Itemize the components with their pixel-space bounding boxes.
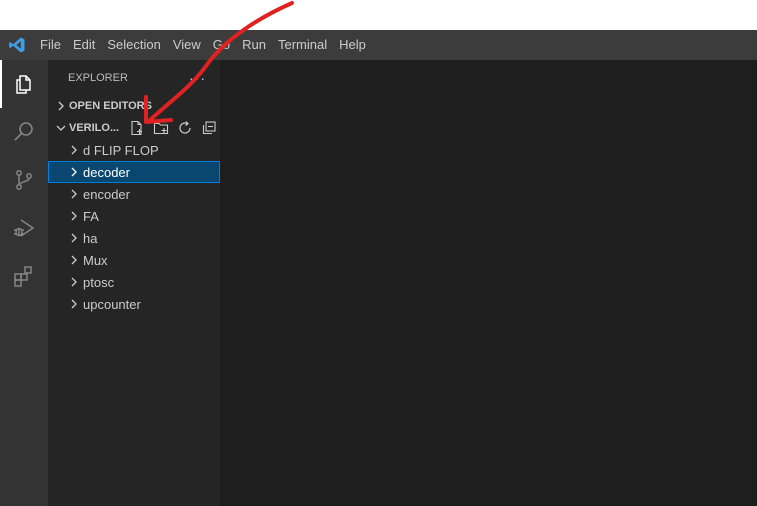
chevron-right-icon: [66, 277, 82, 287]
collapse-all-icon[interactable]: [199, 118, 219, 138]
folder-fa[interactable]: FA: [48, 205, 220, 227]
refresh-icon[interactable]: [175, 118, 195, 138]
explorer-title: EXPLORER: [68, 71, 128, 84]
chevron-right-icon: [66, 167, 82, 177]
chevron-right-icon: [66, 211, 82, 221]
folder-label: ptosc: [83, 274, 115, 290]
menu-bar: File Edit Selection View Go Run Terminal…: [0, 30, 757, 60]
folder-d-flip-flop[interactable]: d FLIP FLOP: [48, 139, 220, 161]
folder-label: FA: [83, 208, 99, 224]
folder-ha[interactable]: ha: [48, 227, 220, 249]
folder-ptosc[interactable]: ptosc: [48, 271, 220, 293]
chevron-right-icon: [66, 145, 82, 155]
open-editors-section[interactable]: OPEN EDITORS: [48, 95, 220, 117]
explorer-icon[interactable]: [0, 60, 48, 108]
menu-file[interactable]: File: [34, 30, 67, 60]
search-icon[interactable]: [0, 108, 48, 156]
vscode-window: File Edit Selection View Go Run Terminal…: [0, 30, 757, 506]
folder-encoder[interactable]: encoder: [48, 183, 220, 205]
run-debug-icon[interactable]: [0, 204, 48, 252]
menu-help[interactable]: Help: [333, 30, 372, 60]
activity-bar: [0, 60, 48, 506]
chevron-right-icon: [66, 255, 82, 265]
menu-selection[interactable]: Selection: [101, 30, 166, 60]
folder-label: encoder: [83, 186, 130, 202]
folder-label: upcounter: [83, 296, 141, 312]
folder-mux[interactable]: Mux: [48, 249, 220, 271]
explorer-sidebar: EXPLORER ··· OPEN EDITORS VERILO... d FL…: [48, 60, 220, 506]
source-control-icon[interactable]: [0, 156, 48, 204]
chevron-right-icon: [66, 189, 82, 199]
chevron-right-icon: [66, 299, 82, 309]
editor-area: [220, 60, 757, 506]
menu-terminal[interactable]: Terminal: [272, 30, 333, 60]
folder-decoder[interactable]: decoder: [48, 161, 220, 183]
chevron-right-icon: [66, 233, 82, 243]
menu-go[interactable]: Go: [207, 30, 236, 60]
workspace-section[interactable]: VERILO...: [48, 117, 220, 139]
chevron-down-icon: [54, 123, 68, 133]
chevron-right-icon: [54, 101, 68, 111]
extensions-icon[interactable]: [0, 252, 48, 300]
open-editors-label: OPEN EDITORS: [69, 100, 152, 112]
folder-label: Mux: [83, 252, 108, 268]
workspace-label: VERILO...: [69, 122, 120, 134]
menu-run[interactable]: Run: [236, 30, 272, 60]
more-actions-icon[interactable]: ···: [189, 70, 206, 86]
explorer-header: EXPLORER ···: [48, 60, 220, 95]
folder-label: decoder: [83, 164, 130, 180]
menu-view[interactable]: View: [167, 30, 207, 60]
folder-label: ha: [83, 230, 98, 246]
explorer-toolbar: [127, 118, 219, 138]
new-file-icon[interactable]: [127, 118, 147, 138]
menu-edit[interactable]: Edit: [67, 30, 101, 60]
folder-label: d FLIP FLOP: [83, 142, 159, 158]
vscode-logo-icon: [0, 30, 34, 60]
new-folder-icon[interactable]: [151, 118, 171, 138]
folder-upcounter[interactable]: upcounter: [48, 293, 220, 315]
